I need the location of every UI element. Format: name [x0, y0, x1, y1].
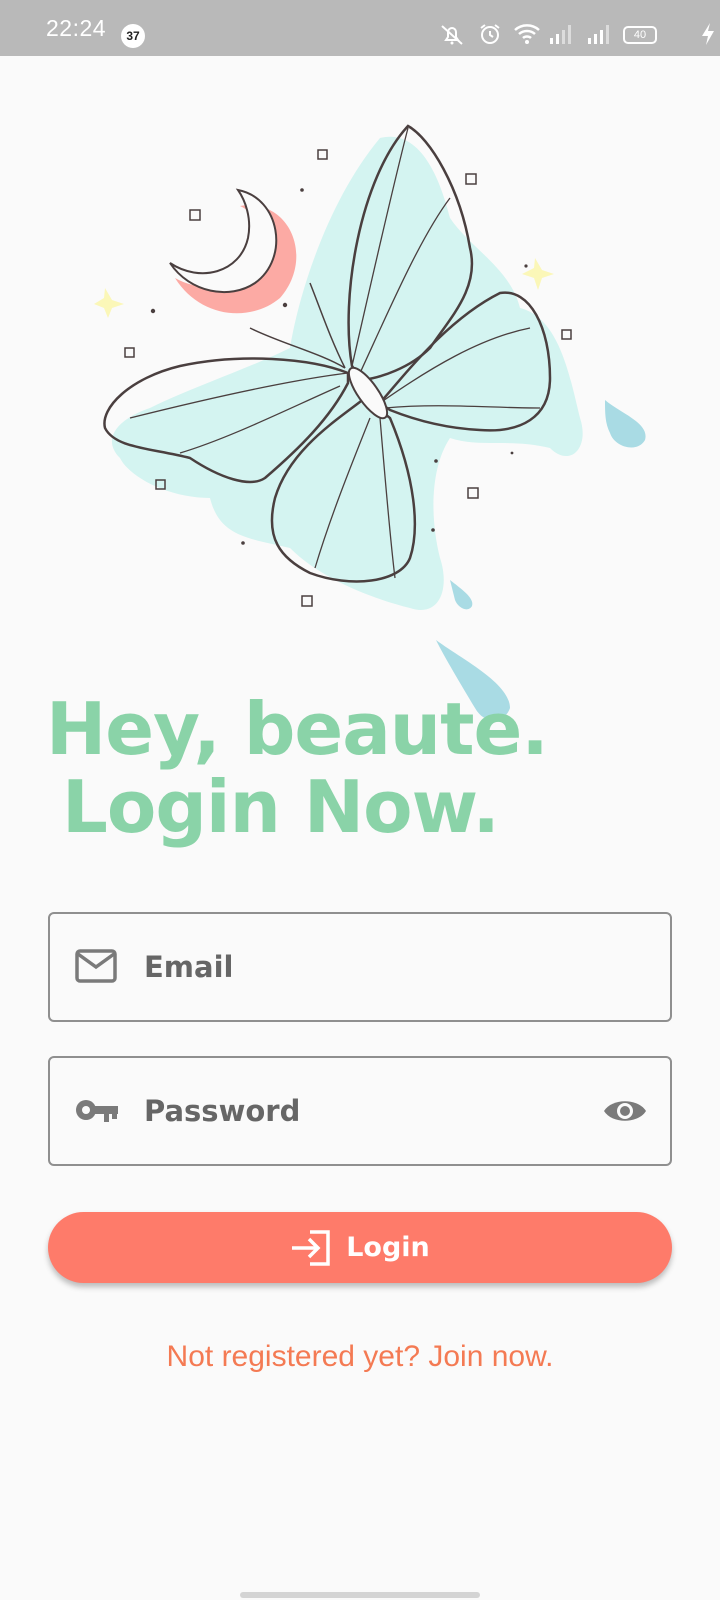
key-icon: [76, 1100, 118, 1122]
home-indicator[interactable]: [240, 1592, 480, 1598]
mail-icon: [75, 949, 117, 983]
signal-icon: [588, 25, 609, 44]
battery-icon: 40: [623, 26, 657, 44]
page-title: Hey, beaute. Login Now.: [46, 687, 549, 849]
email-field[interactable]: [48, 912, 672, 1022]
login-button-content: Login: [48, 1212, 672, 1283]
mute-icon: [441, 25, 463, 45]
signal-icon: [550, 25, 571, 44]
password-input[interactable]: [144, 1058, 574, 1164]
login-button-label: Login: [346, 1232, 430, 1263]
signup-link[interactable]: Not registered yet? Join now.: [0, 1340, 720, 1374]
headline-line-2: Login Now.: [62, 765, 500, 849]
email-input[interactable]: [144, 914, 574, 1020]
status-time: 22:24: [46, 15, 107, 41]
login-icon: [292, 1229, 330, 1266]
eye-icon[interactable]: [602, 1094, 648, 1128]
alarm-icon: [480, 24, 500, 44]
notification-badge: 37: [121, 24, 145, 48]
status-bar: 22:24 37 40: [0, 0, 720, 56]
butterfly-moon-illustration: [94, 124, 646, 721]
wifi-icon: [514, 24, 540, 44]
status-icons: [420, 22, 720, 50]
headline-line-1: Hey, beaute.: [46, 687, 549, 771]
password-field[interactable]: [48, 1056, 672, 1166]
login-button[interactable]: Login: [48, 1212, 672, 1283]
charging-icon: [702, 23, 714, 45]
